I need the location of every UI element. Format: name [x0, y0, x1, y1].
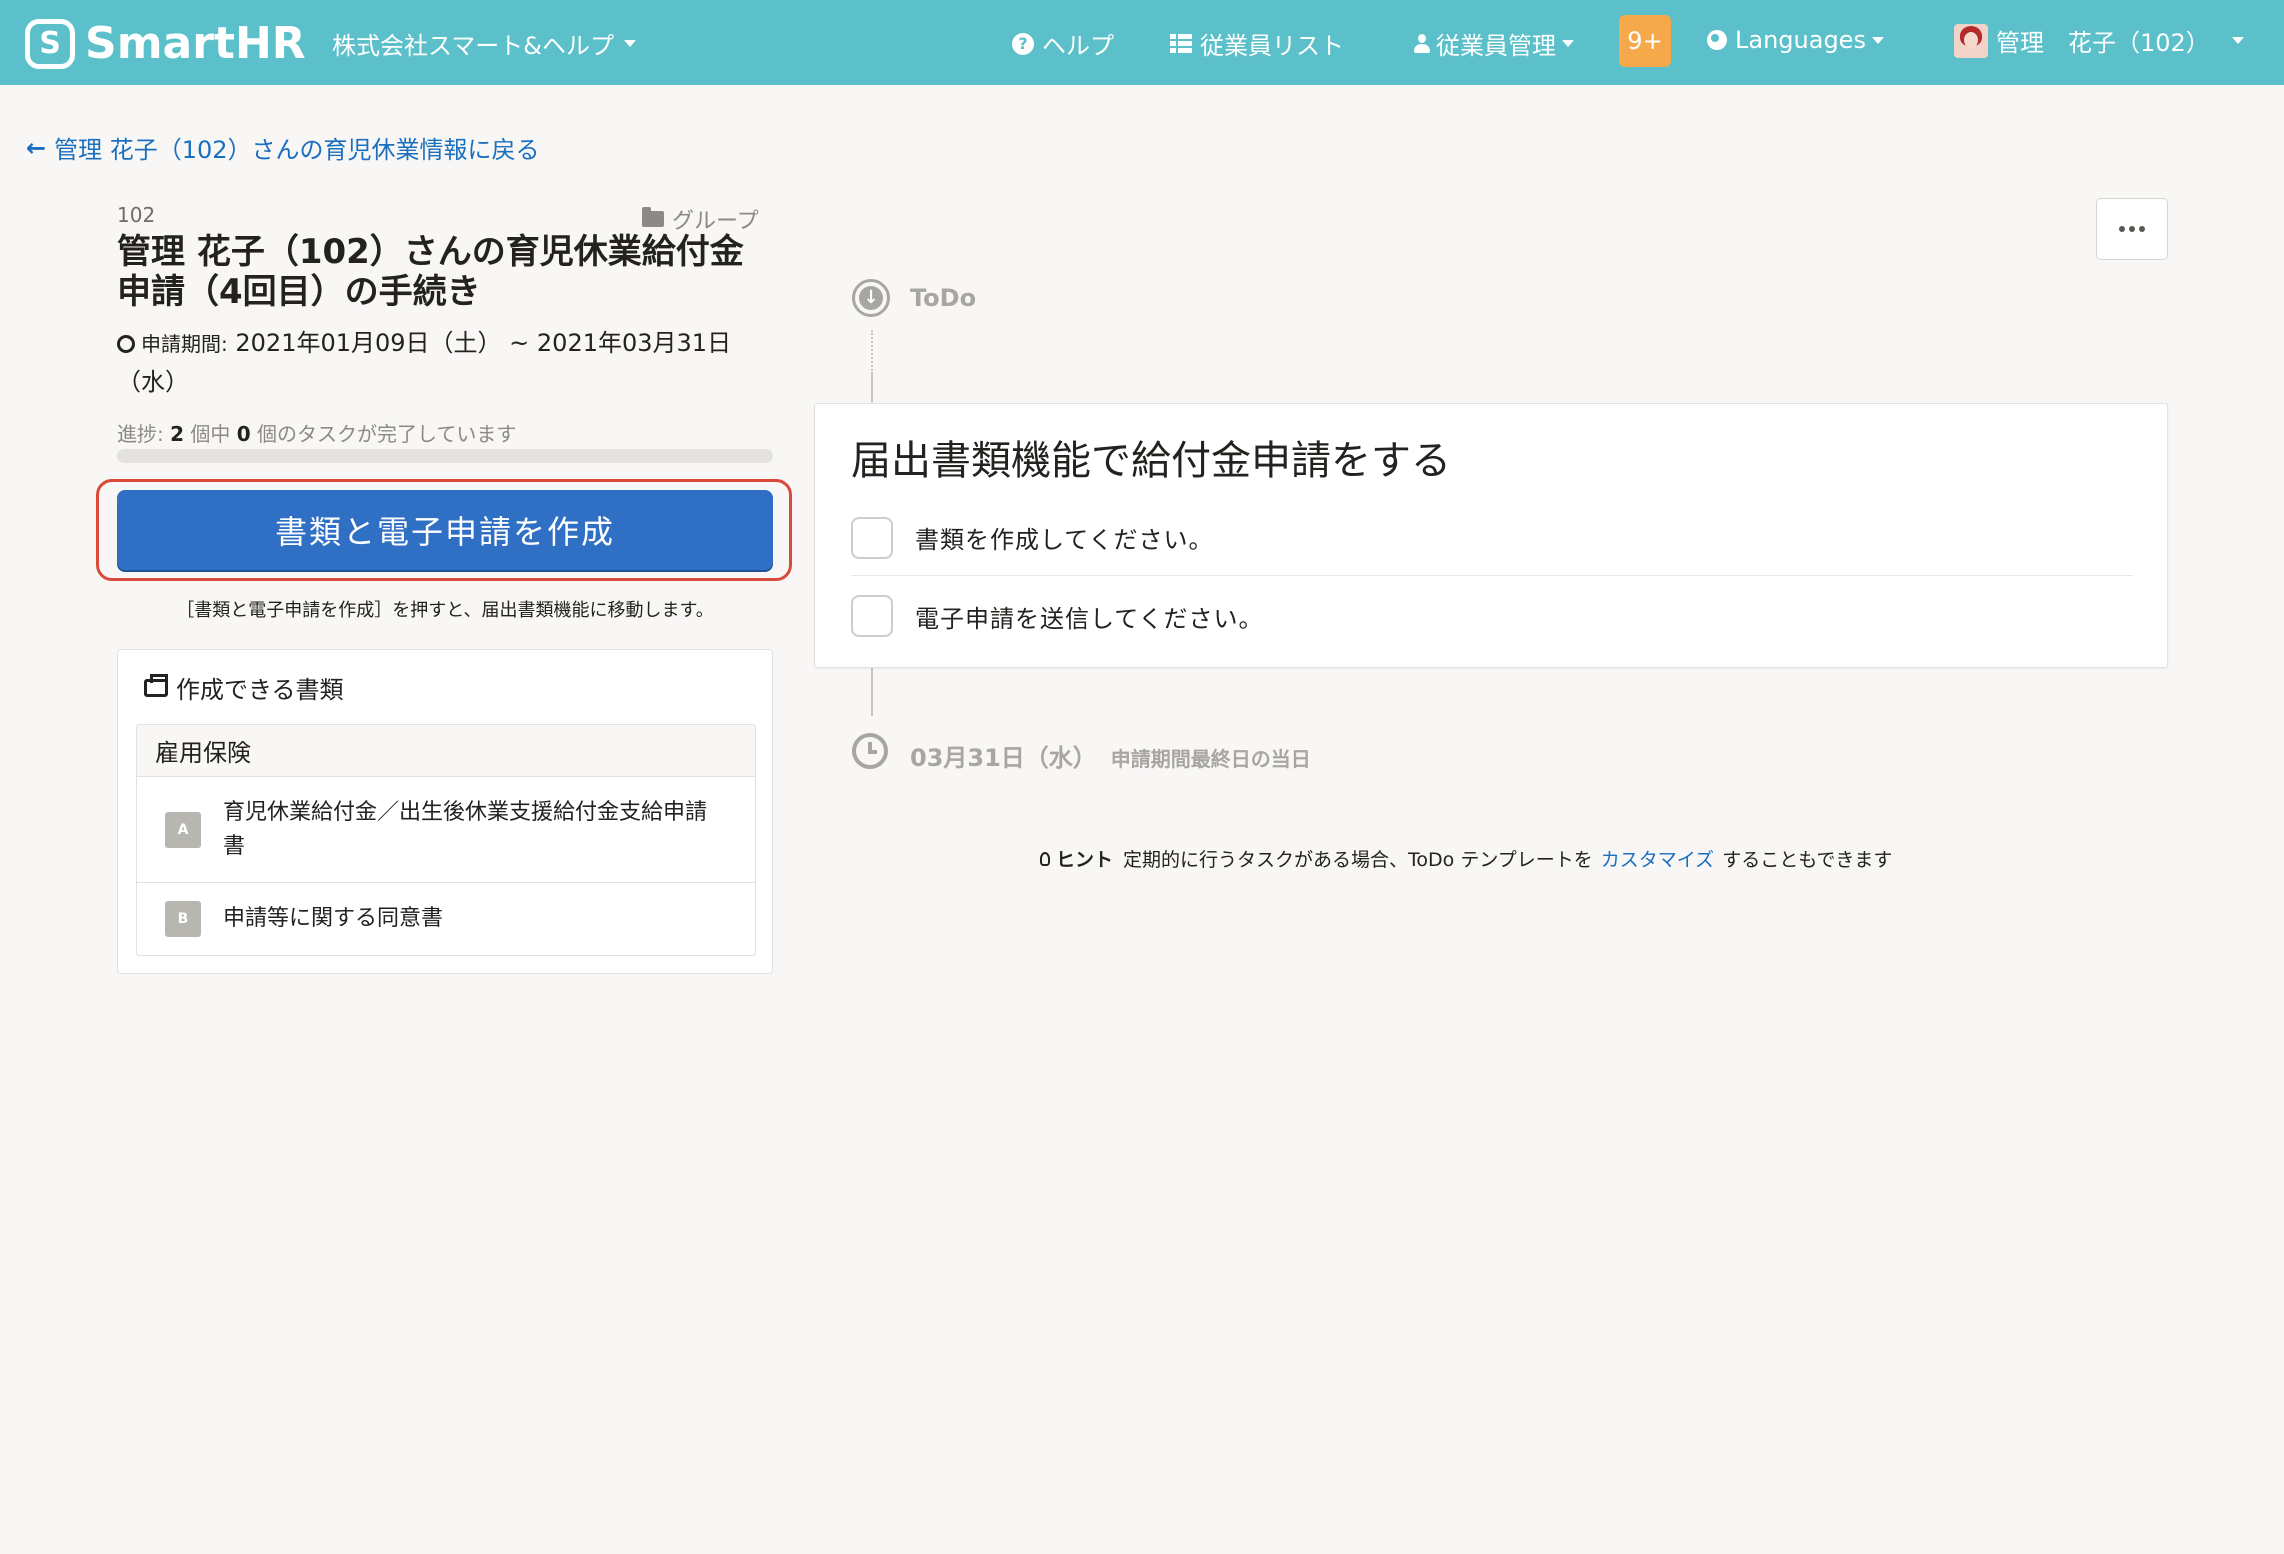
group-label-text: グループ — [672, 209, 759, 234]
company-selector[interactable]: 株式会社スマート&ヘルプ — [332, 26, 636, 61]
back-link-label: 管理 花子（102）さんの育児休業情報に戻る — [54, 136, 540, 164]
dot-icon — [2129, 226, 2135, 232]
dot-icon — [2119, 226, 2125, 232]
doc-letter-badge: A — [165, 811, 201, 848]
chevron-down-icon — [624, 40, 636, 47]
arrow-down-icon: ↓ — [859, 286, 883, 310]
lightbulb-icon — [1040, 851, 1050, 866]
progress-text: 進捗: 2 個中 0 個のタスクが完了しています — [117, 418, 516, 447]
nav-languages[interactable]: Languages — [1707, 26, 1884, 54]
notification-badge[interactable]: 9+ — [1619, 15, 1671, 67]
top-header: S SmartHR 株式会社スマート&ヘルプ ? ヘルプ 従業員リスト 従業員管… — [0, 0, 2284, 85]
doc-name: 申請等に関する同意書 — [223, 906, 444, 931]
task-row[interactable]: 書類を作成してください。 — [851, 500, 2133, 576]
documents-card: 作成できる書類 雇用保険 A 育児休業給付金／出生後休業支援給付金支給申請書 B… — [117, 649, 773, 974]
logo-mark: S — [25, 18, 75, 69]
company-name: 株式会社スマート&ヘルプ — [332, 32, 614, 60]
task-card-title: 届出書類機能で給付金申請をする — [851, 438, 1451, 484]
progress-total: 2 — [170, 422, 185, 446]
create-documents-button[interactable]: 書類と電子申請を作成 — [117, 490, 773, 570]
user-icon — [1414, 33, 1430, 54]
task-row[interactable]: 電子申請を送信してください。 — [851, 578, 2133, 654]
documents-group-header: 雇用保険 — [137, 725, 755, 777]
period-label: 申請期間: — [141, 332, 228, 356]
group-label: グループ — [642, 203, 759, 235]
task-card: 届出書類機能で給付金申請をする 書類を作成してください。 電子申請を送信してくだ… — [814, 403, 2168, 668]
clock-icon — [852, 733, 888, 769]
nav-employee-manage[interactable]: 従業員管理 — [1414, 26, 1574, 61]
progress-bar — [117, 449, 773, 463]
todo-label: ToDo — [910, 284, 977, 312]
user-name: 管理 花子（102） — [1996, 29, 2210, 57]
dot-icon — [2139, 226, 2145, 232]
hint-label: ヒント — [1056, 849, 1114, 871]
avatar — [1954, 23, 1988, 58]
doc-letter-badge: B — [165, 901, 201, 937]
folder-icon — [642, 207, 664, 227]
nav-languages-label: Languages — [1735, 26, 1866, 54]
nav-employee-list[interactable]: 従業員リスト — [1170, 26, 1344, 61]
deadline-date: 03月31日（水） — [910, 744, 1097, 772]
application-period: 申請期間: 2021年01月09日（土） ~ 2021年03月31日（水） — [117, 324, 767, 401]
list-item[interactable]: B 申請等に関する同意書 — [137, 883, 755, 955]
todo-arrow-down-icon: ↓ — [852, 279, 890, 317]
task-checkbox[interactable] — [851, 595, 893, 637]
task-checkbox[interactable] — [851, 516, 893, 559]
customize-link[interactable]: カスタマイズ — [1601, 845, 1714, 872]
chevron-down-icon — [2231, 37, 2244, 44]
clock-icon — [117, 335, 135, 353]
arrow-left-icon: ← — [26, 133, 47, 162]
timeline-connector — [871, 668, 873, 716]
timeline-connector — [871, 372, 873, 402]
doc-name: 育児休業給付金／出生後休業支援給付金支給申請書 — [223, 799, 708, 859]
task-text: 電子申請を送信してください。 — [915, 604, 1264, 633]
back-link[interactable]: ← 管理 花子（102）さんの育児休業情報に戻る — [26, 130, 540, 165]
chevron-down-icon — [1562, 40, 1574, 47]
page-title: 管理 花子（102）さんの育児休業給付金申請（4回目）の手続き — [117, 232, 744, 312]
globe-icon — [1707, 30, 1727, 50]
hint-text: ヒント 定期的に行うタスクがある場合、ToDo テンプレートを カスタマイズ す… — [1040, 845, 1892, 872]
hint-text-before: 定期的に行うタスクがある場合、ToDo テンプレートを — [1123, 849, 1593, 871]
smarthr-logo[interactable]: S SmartHR — [25, 18, 306, 69]
progress-suffix: 個のタスクが完了しています — [250, 422, 517, 446]
deadline-sub: 申請期間最終日の当日 — [1110, 747, 1311, 771]
task-text: 書類を作成してください。 — [915, 526, 1214, 554]
employee-id: 102 — [117, 203, 156, 227]
deadline-label: 03月31日（水） 申請期間最終日の当日 — [910, 738, 1311, 773]
create-button-note: ［書類と電子申請を作成］を押すと、届出書類機能に移動します。 — [176, 600, 714, 621]
nav-employee-list-label: 従業員リスト — [1200, 32, 1344, 60]
logo-text: SmartHR — [85, 18, 306, 69]
user-menu[interactable]: 管理 花子（102） — [1954, 23, 2244, 58]
list-icon — [1170, 34, 1192, 53]
printer-icon — [144, 673, 168, 697]
documents-card-title: 作成できる書類 — [144, 670, 344, 705]
question-icon: ? — [1012, 32, 1034, 55]
nav-employee-manage-label: 従業員管理 — [1436, 32, 1556, 60]
progress-mid: 個中 — [184, 422, 237, 446]
list-item[interactable]: A 育児休業給付金／出生後休業支援給付金支給申請書 — [137, 777, 755, 883]
documents-title-text: 作成できる書類 — [176, 676, 344, 704]
documents-list: 雇用保険 A 育児休業給付金／出生後休業支援給付金支給申請書 B 申請等に関する… — [136, 724, 756, 956]
nav-help-label: ヘルプ — [1042, 32, 1114, 60]
progress-done: 0 — [236, 422, 251, 446]
hint-text-after: することもできます — [1722, 849, 1893, 871]
chevron-down-icon — [1871, 36, 1884, 44]
more-options-button[interactable] — [2096, 198, 2168, 260]
progress-prefix: 進捗: — [117, 422, 171, 446]
nav-help[interactable]: ? ヘルプ — [1012, 26, 1114, 61]
